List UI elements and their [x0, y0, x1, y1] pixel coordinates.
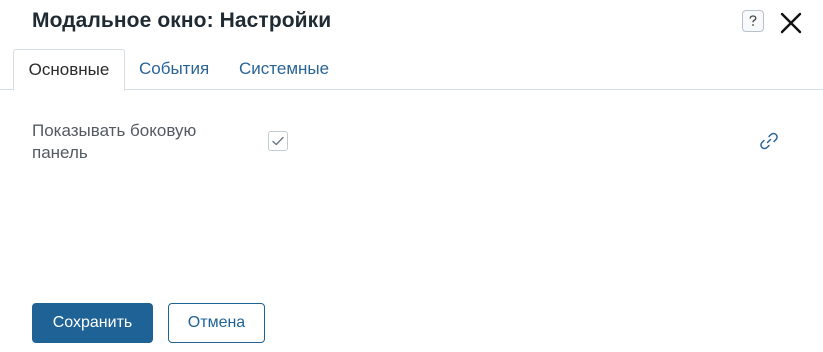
link-icon[interactable]	[758, 130, 780, 152]
tab-system[interactable]: Системные	[239, 49, 329, 90]
question-icon	[749, 15, 757, 26]
cancel-button[interactable]: Отмена	[168, 303, 265, 343]
checkmark-icon	[272, 136, 284, 146]
settings-modal: Модальное окно: Настройки Основные Событ…	[0, 0, 823, 352]
close-icon	[780, 12, 802, 34]
close-button[interactable]	[778, 10, 804, 36]
tab-bar: Основные События Системные	[0, 49, 823, 91]
modal-title: Модальное окно: Настройки	[32, 9, 332, 32]
show-sidebar-label: Показывать боковую панель	[32, 121, 197, 162]
tab-events[interactable]: События	[139, 49, 209, 90]
tab-main[interactable]: Основные	[13, 49, 125, 91]
help-button[interactable]	[742, 10, 764, 32]
save-button[interactable]: Сохранить	[32, 303, 153, 343]
show-sidebar-checkbox[interactable]	[268, 131, 288, 151]
